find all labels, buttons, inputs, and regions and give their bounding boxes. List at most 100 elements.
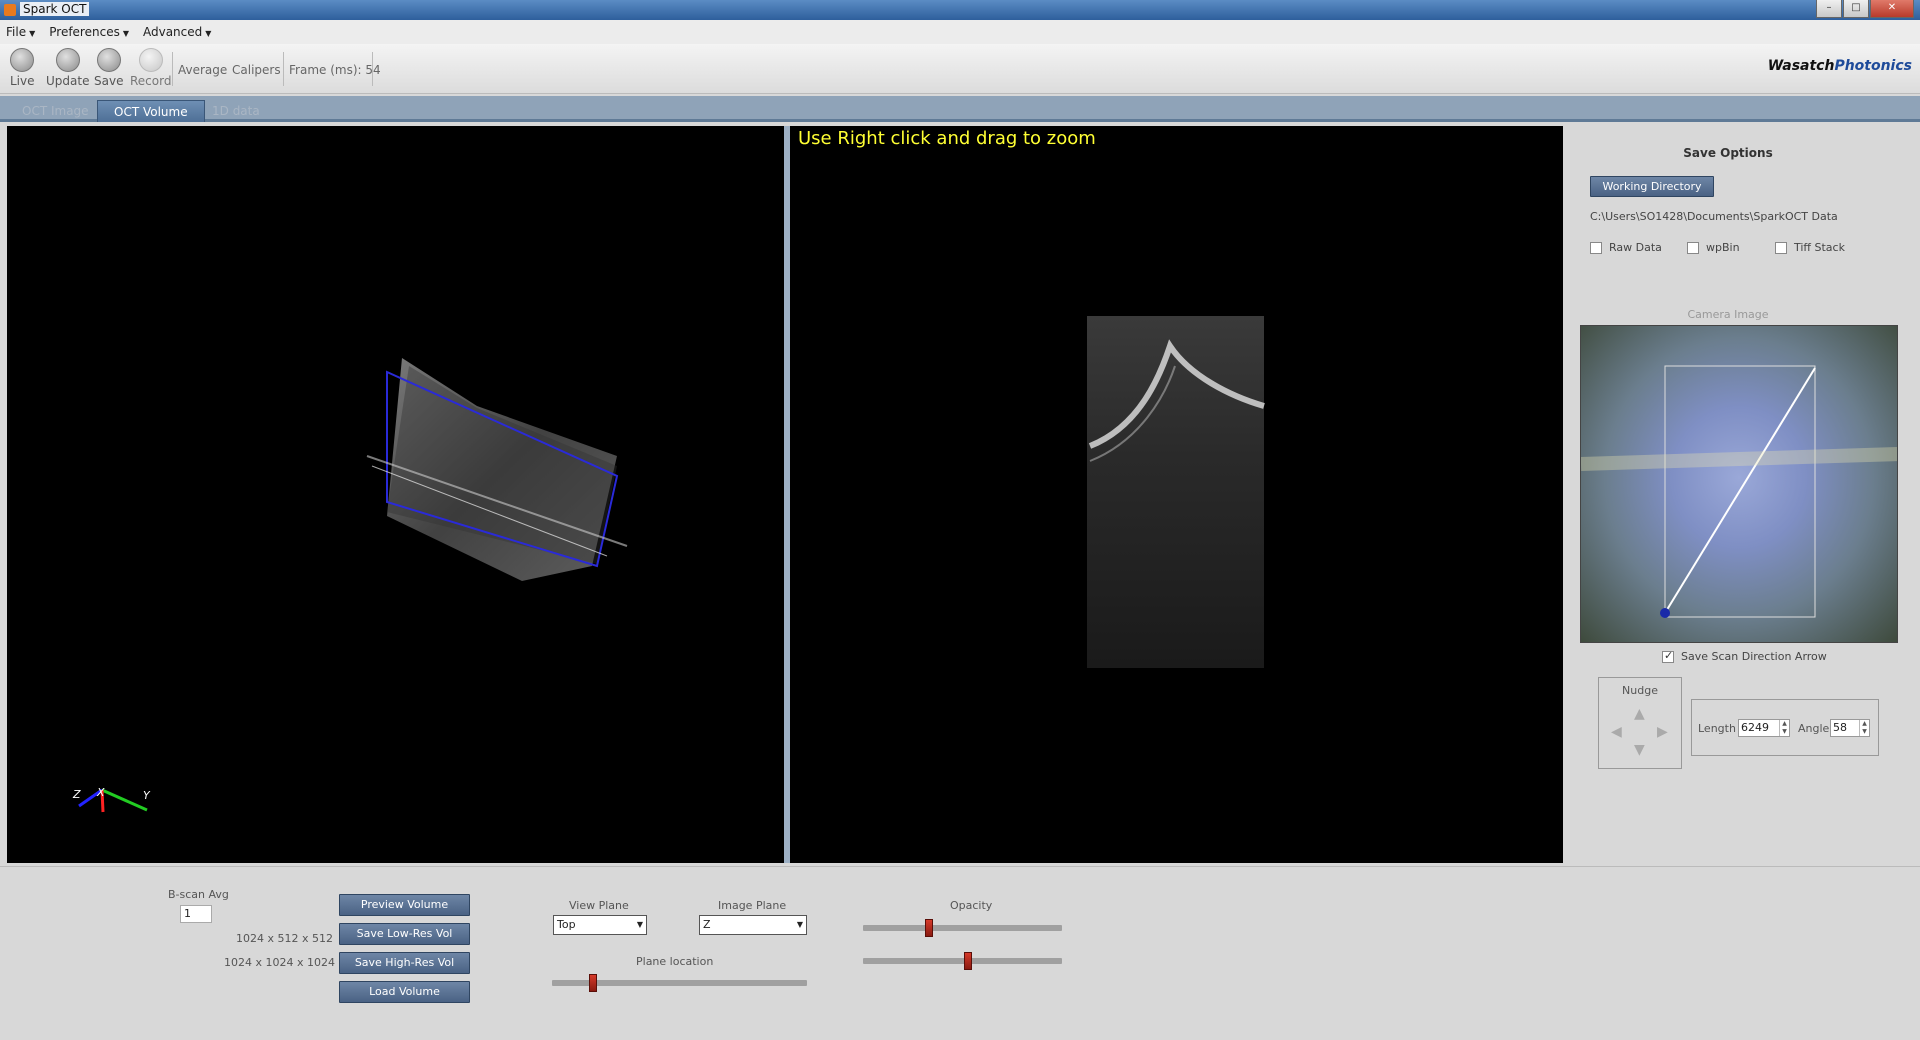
bscan-avg-label: B-scan Avg	[168, 888, 229, 901]
scan-direction-arrow	[1664, 367, 1816, 614]
spinner-arrows-icon[interactable]: ▲ ▼	[1779, 720, 1789, 736]
checkbox-box[interactable]	[1775, 241, 1787, 254]
average-button[interactable]: Average	[178, 63, 227, 77]
length-label: Length	[1698, 722, 1736, 735]
nudge-right-icon[interactable]: ▶	[1657, 724, 1668, 740]
slider-thumb[interactable]	[924, 919, 933, 937]
length-angle-group: Length 6249 ▲ ▼ Angle 58 ▲ ▼	[1691, 699, 1879, 756]
toolbar: Live Update Save Record Average Calipers…	[0, 44, 1920, 94]
app-icon	[4, 4, 16, 16]
opacity-slider-1[interactable]	[863, 919, 1062, 937]
checkbox-box[interactable]	[1662, 649, 1674, 663]
view-plane-label: View Plane	[569, 899, 629, 912]
plane-location-slider[interactable]	[552, 974, 807, 992]
frame-time-readout: Frame (ms): 54	[289, 63, 381, 77]
window-title: Spark OCT	[20, 2, 90, 16]
low-res-dimensions: 1024 x 512 x 512	[236, 932, 333, 945]
calipers-button[interactable]: Calipers	[232, 63, 281, 77]
z-axis-label: Z	[72, 788, 81, 801]
wasatch-photonics-logo: WasatchPhotonics	[1767, 58, 1912, 74]
checkbox-box[interactable]	[1687, 241, 1699, 254]
volume-3d-viewer[interactable]: Z X Y	[7, 126, 784, 863]
update-button[interactable]: Update	[46, 48, 89, 88]
spinner-arrows-icon[interactable]: ▲ ▼	[1859, 720, 1869, 736]
volume-render: Z X Y	[72, 358, 628, 813]
working-directory-button[interactable]: Working Directory	[1590, 176, 1714, 197]
tab-strip: OCT Image OCT Volume 1D data	[0, 96, 1920, 122]
save-label: Save	[94, 74, 124, 88]
toolbar-separator	[372, 52, 373, 86]
view-plane-select[interactable]: Top ▼	[553, 915, 647, 935]
tab-oct-image[interactable]: OCT Image	[6, 100, 105, 122]
menu-file[interactable]: File ▼	[6, 25, 35, 39]
camera-image[interactable]	[1580, 325, 1898, 643]
dropdown-arrow-icon: ▼	[636, 920, 643, 929]
save-high-res-volume-button[interactable]: Save High-Res Vol	[339, 952, 470, 974]
y-axis	[101, 788, 148, 812]
slice-image	[1087, 316, 1265, 668]
slider-thumb[interactable]	[588, 974, 597, 992]
high-res-dimensions: 1024 x 1024 x 1024	[224, 956, 335, 969]
working-directory-path: C:\Users\SO1428\Documents\SparkOCT Data	[1590, 210, 1838, 223]
volume-shadow	[387, 366, 617, 564]
camera-icon	[10, 48, 35, 72]
chevron-down-icon: ▼	[122, 29, 129, 38]
load-volume-button[interactable]: Load Volume	[339, 981, 470, 1003]
bscan-avg-input[interactable]: 1	[180, 905, 212, 923]
chevron-down-icon: ▼	[205, 29, 212, 38]
angle-label: Angle	[1798, 722, 1830, 735]
minimize-button[interactable]: –	[1816, 0, 1842, 18]
menu-bar: File ▼ Preferences ▼ Advanced ▼	[0, 20, 1920, 44]
nudge-up-icon[interactable]: ▲	[1634, 706, 1645, 722]
slider-thumb[interactable]	[964, 952, 973, 970]
dropdown-arrow-icon: ▼	[796, 920, 803, 929]
plane-location-label: Plane location	[636, 955, 714, 968]
menu-preferences[interactable]: Preferences ▼	[49, 25, 129, 39]
length-spinner[interactable]: 6249 ▲ ▼	[1738, 719, 1790, 737]
update-label: Update	[46, 74, 90, 88]
live-button[interactable]: Live	[10, 48, 35, 88]
save-low-res-volume-button[interactable]: Save Low-Res Vol	[339, 923, 470, 945]
nudge-group: Nudge ▲ ◀ ▶ ▼	[1598, 677, 1682, 769]
tab-1d-data[interactable]: 1D data	[196, 100, 276, 122]
wpbin-checkbox[interactable]: wpBin	[1687, 241, 1740, 254]
maximize-button[interactable]: □	[1843, 0, 1869, 18]
save-options-heading: Save Options	[1683, 146, 1773, 160]
angle-spinner[interactable]: 58 ▲ ▼	[1830, 719, 1870, 737]
side-panel: Save Options Working Directory C:\Users\…	[1566, 126, 1920, 863]
camera-overlay	[1581, 365, 1897, 618]
preview-volume-button[interactable]: Preview Volume	[339, 894, 470, 916]
checkbox-box[interactable]	[1590, 241, 1602, 254]
tiff-stack-checkbox[interactable]: Tiff Stack	[1775, 241, 1845, 254]
nudge-down-icon[interactable]: ▼	[1634, 742, 1645, 758]
nudge-label: Nudge	[1622, 684, 1658, 697]
toolbar-separator	[283, 52, 284, 86]
light-band	[1581, 447, 1897, 471]
camera-image-heading: Camera Image	[1687, 308, 1769, 321]
menu-advanced[interactable]: Advanced ▼	[143, 25, 211, 39]
opacity-label: Opacity	[950, 899, 993, 912]
image-plane-label: Image Plane	[718, 899, 787, 912]
chevron-down-icon: ▼	[29, 29, 36, 38]
save-icon	[96, 48, 121, 72]
bottom-controls: B-scan Avg 1 1024 x 512 x 512 1024 x 102…	[0, 866, 1920, 1040]
raw-data-checkbox[interactable]: Raw Data	[1590, 241, 1662, 254]
nudge-left-icon[interactable]: ◀	[1611, 724, 1622, 740]
slice-frame	[1087, 316, 1264, 668]
refresh-icon	[55, 48, 80, 72]
image-plane-select[interactable]: Z ▼	[699, 915, 807, 935]
tab-oct-volume[interactable]: OCT Volume	[97, 100, 205, 122]
record-label: Record	[130, 74, 172, 88]
record-button[interactable]: Record	[130, 48, 171, 88]
scan-start-marker[interactable]	[1660, 608, 1670, 618]
toolbar-separator	[172, 52, 173, 86]
slice-viewer[interactable]: Use Right click and drag to zoom	[790, 126, 1563, 863]
save-button[interactable]: Save	[94, 48, 123, 88]
record-icon	[138, 48, 163, 72]
y-axis-label: Y	[143, 789, 151, 802]
save-scan-direction-arrow-checkbox[interactable]: Save Scan Direction Arrow	[1662, 649, 1827, 663]
close-button[interactable]: ✕	[1870, 0, 1914, 18]
live-label: Live	[10, 74, 35, 88]
x-axis-label: X	[96, 786, 105, 799]
opacity-slider-2[interactable]	[863, 952, 1062, 970]
